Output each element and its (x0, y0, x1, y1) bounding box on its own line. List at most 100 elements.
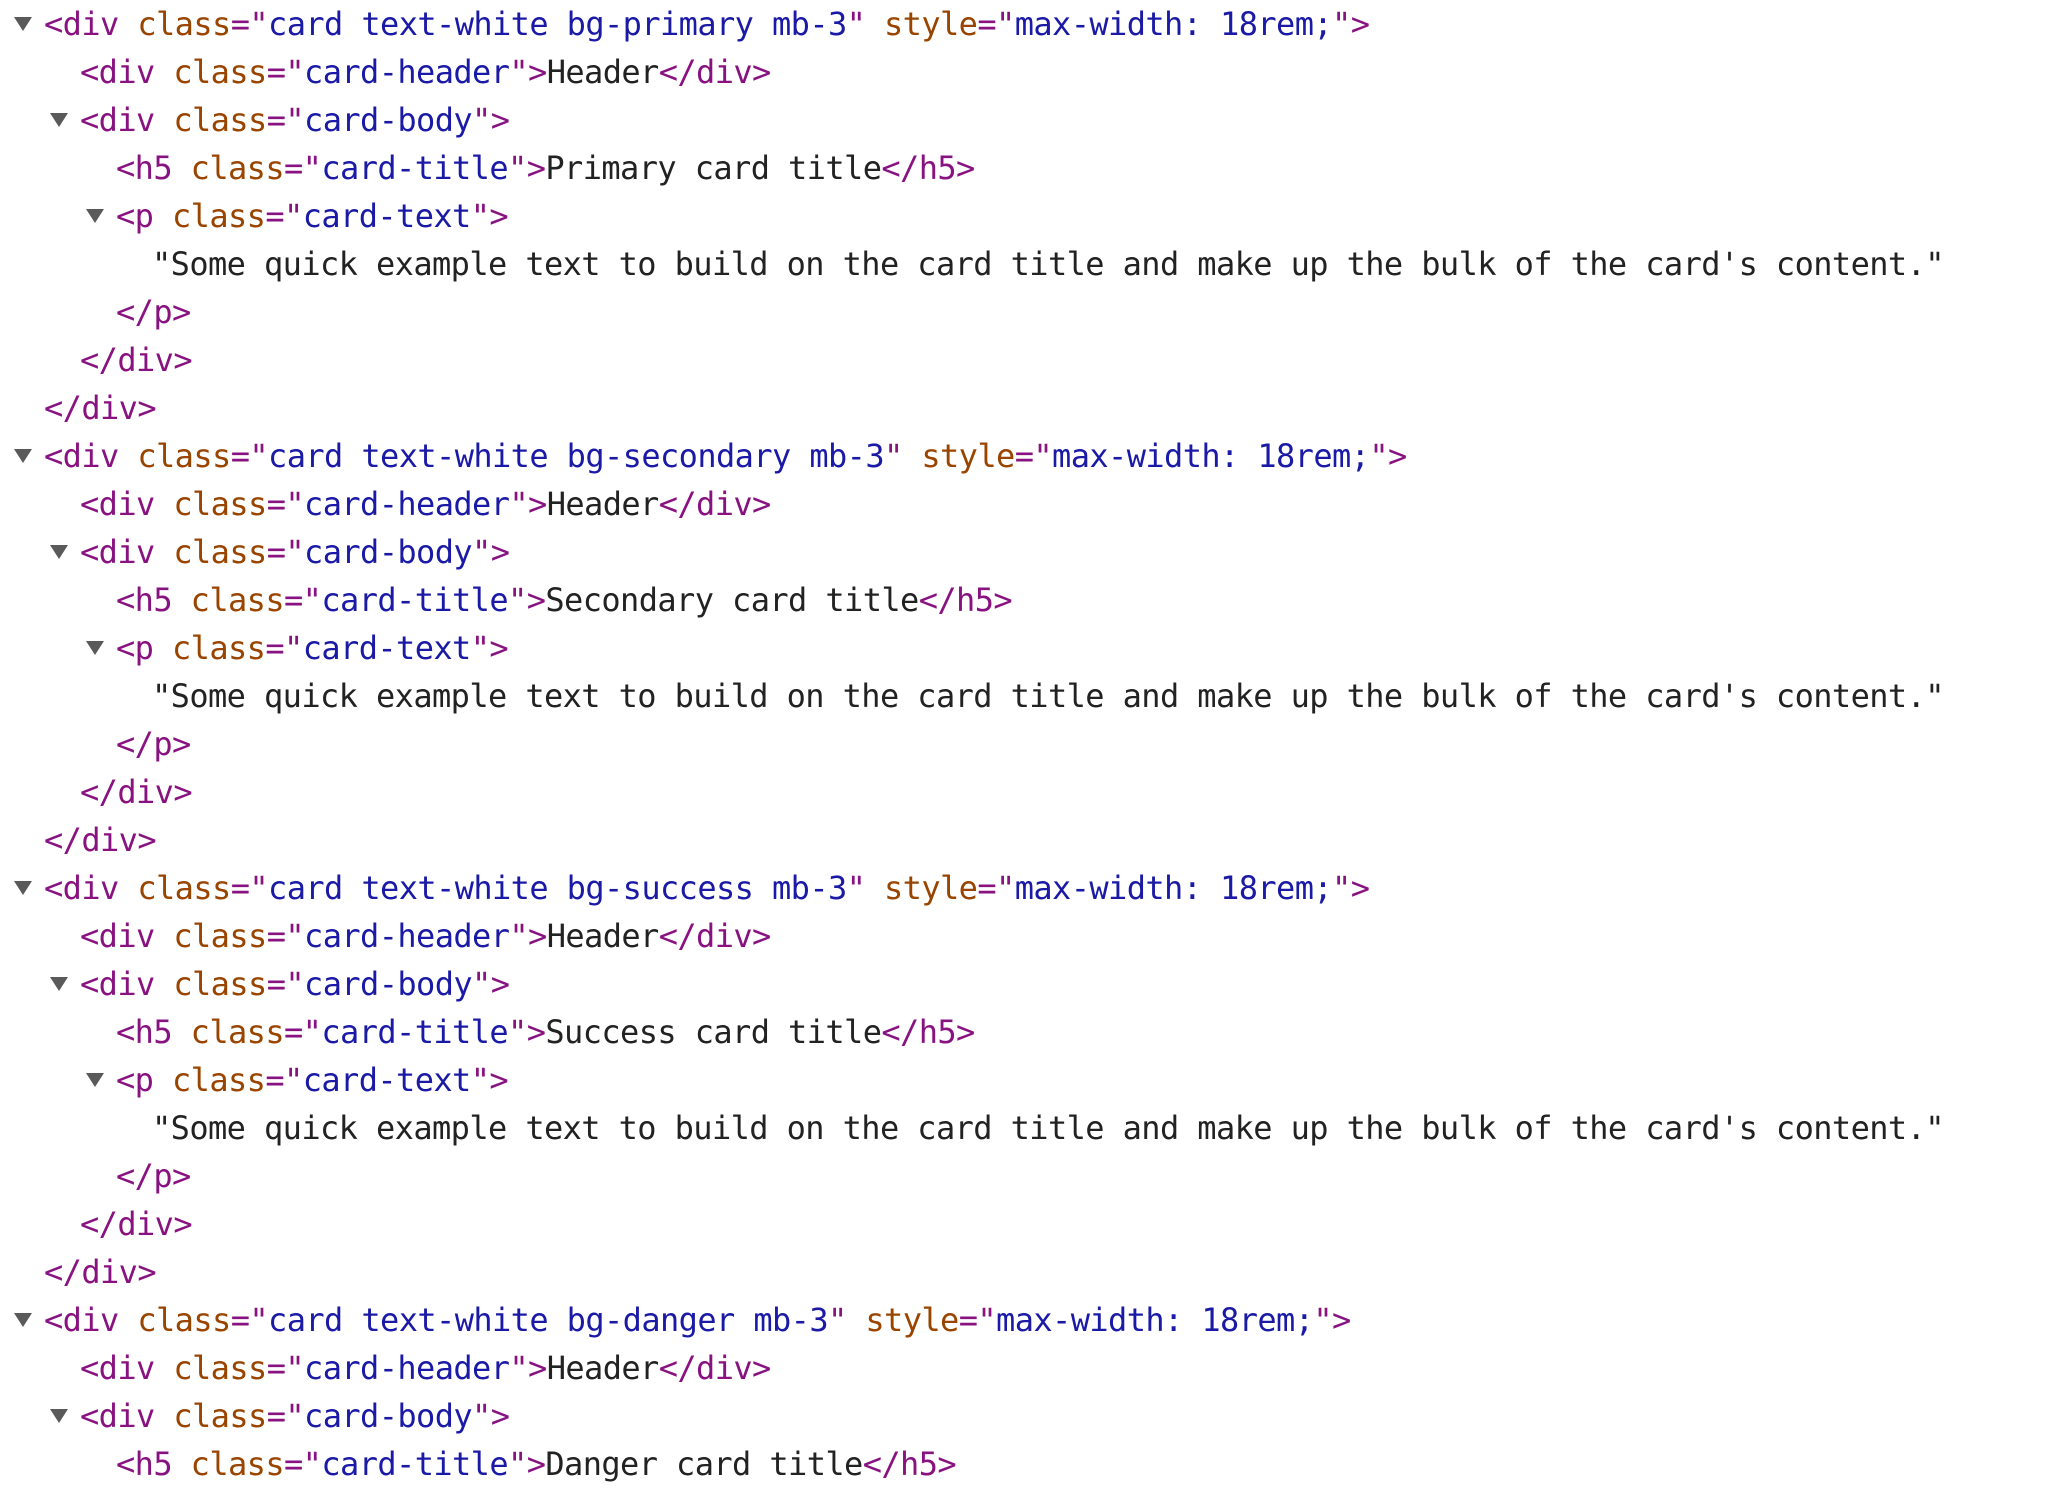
expand-triangle-icon[interactable] (86, 1073, 104, 1087)
tree-node-line[interactable]: </p> (0, 720, 2063, 768)
tree-node-line[interactable]: <div class="card text-white bg-secondary… (0, 432, 2063, 480)
tree-node-line[interactable]: <div class="card text-white bg-danger mb… (0, 1296, 2063, 1344)
attribute-punctuation: "> (508, 1445, 546, 1483)
expand-triangle-icon[interactable] (86, 209, 104, 223)
tree-node-line[interactable]: <div class="card-body"> (0, 960, 2063, 1008)
attribute-punctuation: " (846, 869, 866, 907)
tree-node-line[interactable]: <div class="card-header">Header</div> (0, 48, 2063, 96)
tree-node-line[interactable]: <div class="card-body"> (0, 96, 2063, 144)
tag-token: </div> (658, 485, 772, 523)
tree-node-line[interactable]: <p class="card-text"> (0, 1056, 2063, 1104)
expand-triangle-icon[interactable] (50, 977, 68, 991)
attribute-punctuation: "> (470, 1061, 509, 1099)
tag-token: <h5 (116, 149, 173, 187)
attribute-punctuation: "> (1332, 869, 1370, 907)
attribute-punctuation: =" (266, 101, 305, 139)
attribute-value: max-width: 18rem; (1014, 869, 1333, 907)
expand-triangle-icon[interactable] (14, 1313, 32, 1327)
expand-triangle-icon[interactable] (86, 641, 104, 655)
tree-node-line[interactable]: <div class="card-header">Header</div> (0, 912, 2063, 960)
attribute-value: card text-white bg-secondary mb-3 (268, 437, 885, 475)
expand-triangle-icon[interactable] (50, 545, 68, 559)
tree-node-line[interactable]: "Some quick example text to build on the… (0, 1104, 2063, 1152)
attribute-punctuation: "> (508, 581, 546, 619)
tag-token: <div (80, 485, 155, 523)
attribute-name: class (190, 149, 285, 187)
attribute-name: style (884, 5, 978, 43)
attribute-name: class (173, 533, 267, 571)
tree-node-line[interactable]: <div class="card-body"> (0, 1392, 2063, 1440)
attribute-name: style (921, 437, 1015, 475)
tree-node-line[interactable]: <h5 class="card-title">Primary card titl… (0, 144, 2063, 192)
attribute-name: class (137, 437, 231, 475)
attribute-name: class (173, 965, 267, 1003)
tag-token: </div> (44, 389, 157, 427)
attribute-name: class (173, 1397, 267, 1435)
tree-node-line[interactable]: <h5 class="card-title">Danger card title… (0, 1440, 2063, 1488)
tree-node-line[interactable]: <p class="card-text"> (0, 624, 2063, 672)
expand-triangle-icon[interactable] (50, 113, 68, 127)
attribute-value: card-body (304, 965, 473, 1003)
tag-token: <h5 (116, 1445, 173, 1483)
tree-node-line[interactable]: <div class="card-header">Header</div> (0, 480, 2063, 528)
attribute-punctuation: "> (470, 629, 509, 667)
tree-node-line[interactable]: <p class="card-text"> (0, 192, 2063, 240)
tree-node-line[interactable]: "Some quick example text to build on the… (0, 240, 2063, 288)
tree-node-line[interactable]: <div class="card-header">Header</div> (0, 1344, 2063, 1392)
attribute-value: card-header (304, 1349, 510, 1387)
tag-token: <div (44, 1301, 119, 1339)
tree-node-line[interactable]: </p> (0, 288, 2063, 336)
tree-node-line[interactable]: </div> (0, 336, 2063, 384)
tree-node-line[interactable]: <h5 class="card-title">Success card titl… (0, 1008, 2063, 1056)
attribute-value: max-width: 18rem; (1014, 5, 1333, 43)
attribute-punctuation: " (884, 437, 903, 475)
attribute-punctuation: =" (284, 581, 322, 619)
attribute-punctuation: "> (509, 917, 547, 955)
text-node: Header (546, 917, 660, 955)
tag-token: </p> (116, 725, 191, 763)
attribute-punctuation: =" (266, 965, 305, 1003)
tree-node-line[interactable]: </div> (0, 1200, 2063, 1248)
tree-node-line[interactable]: <div class="card-body"> (0, 528, 2063, 576)
attribute-punctuation: "> (1313, 1301, 1351, 1339)
tag-token: <div (80, 1349, 155, 1387)
tag-token: </div> (658, 53, 772, 91)
tree-node-line[interactable]: <div class="card text-white bg-primary m… (0, 0, 2063, 48)
attribute-punctuation: "> (472, 101, 510, 139)
tag-token: </div> (658, 1349, 772, 1387)
attribute-punctuation: =" (266, 917, 305, 955)
tree-node-line[interactable]: "Some quick example text to build on the… (0, 672, 2063, 720)
tag-token: <h5 (116, 581, 173, 619)
expand-triangle-icon[interactable] (14, 881, 32, 895)
tree-node-line[interactable]: </div> (0, 816, 2063, 864)
attribute-name: class (137, 869, 231, 907)
tree-node-line[interactable]: </div> (0, 1248, 2063, 1296)
tree-node-line[interactable]: </p> (0, 1152, 2063, 1200)
attribute-value: card-header (304, 53, 510, 91)
expand-triangle-icon[interactable] (14, 17, 32, 31)
tree-node-line[interactable]: <div class="card text-white bg-success m… (0, 864, 2063, 912)
attribute-value: card text-white bg-danger mb-3 (268, 1301, 829, 1339)
tree-node-line[interactable]: </div> (0, 768, 2063, 816)
expand-triangle-icon[interactable] (14, 449, 32, 463)
attribute-value: card-body (304, 1397, 473, 1435)
attribute-punctuation: "> (509, 53, 547, 91)
attribute-name: class (172, 629, 266, 667)
tag-token: <div (80, 533, 155, 571)
attribute-value: card-header (304, 917, 510, 955)
attribute-punctuation: =" (230, 1301, 269, 1339)
tree-node-line[interactable]: <h5 class="card-title">Secondary card ti… (0, 576, 2063, 624)
attribute-punctuation: =" (977, 869, 1015, 907)
tree-node-line[interactable]: </div> (0, 384, 2063, 432)
attribute-value: card-header (304, 485, 510, 523)
attribute-punctuation: "> (472, 533, 510, 571)
attribute-name: class (173, 485, 267, 523)
expand-triangle-icon[interactable] (50, 1409, 68, 1423)
